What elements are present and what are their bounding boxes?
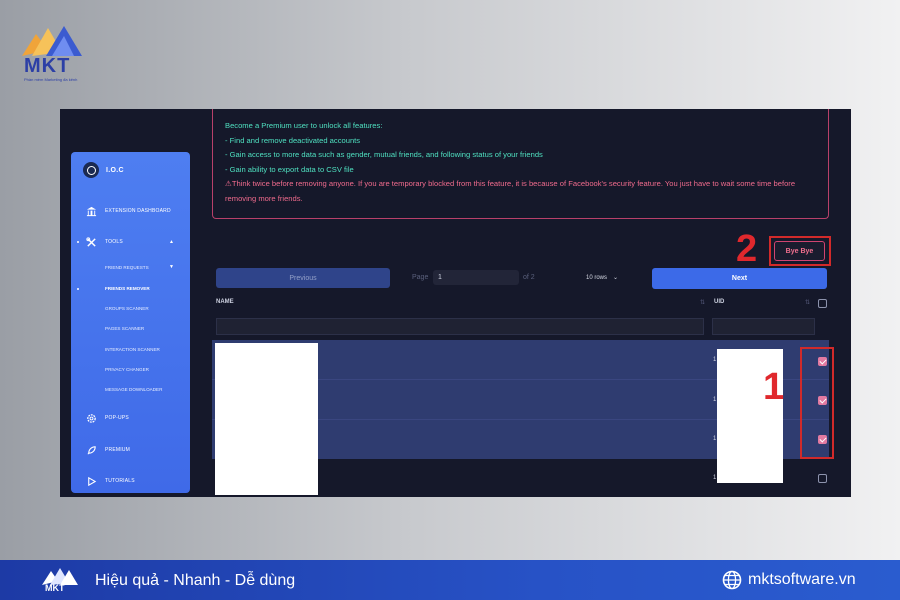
sidebar-subitem-message-downloader[interactable]: MESSAGE DOWNLOADER bbox=[105, 387, 162, 392]
website-url: mktsoftware.vn bbox=[748, 571, 856, 588]
uid-filter-input[interactable] bbox=[712, 318, 815, 335]
mountain-logo-icon bbox=[22, 26, 82, 56]
play-icon bbox=[85, 475, 97, 487]
row-checkbox[interactable] bbox=[818, 474, 827, 483]
rows-per-page-select[interactable]: 10 rows ⌄ bbox=[586, 270, 632, 285]
sidebar: I.O.C EXTENSION DASHBOARD TOOLS ▲ FRIEND… bbox=[71, 152, 190, 493]
sidebar-title: I.O.C bbox=[106, 166, 124, 174]
name-filter-input[interactable] bbox=[216, 318, 704, 335]
notice-line: - Find and remove deactivated accounts bbox=[225, 135, 361, 145]
sidebar-subitem-friend-requests[interactable]: FRIEND REQUESTS bbox=[105, 265, 149, 270]
column-header-uid[interactable]: UID bbox=[714, 299, 724, 305]
rows-per-page-value: 10 rows bbox=[586, 274, 608, 281]
sidebar-header[interactable]: I.O.C bbox=[83, 162, 124, 178]
footer-website[interactable]: mktsoftware.vn bbox=[722, 570, 856, 590]
uid-cell: 1 bbox=[713, 357, 717, 363]
previous-button[interactable]: Previous bbox=[216, 268, 390, 288]
notice-warning: ⚠Think twice before removing anyone. If … bbox=[225, 177, 816, 206]
uid-cell: 1 bbox=[713, 436, 717, 442]
sidebar-item-label: TUTORIALS bbox=[105, 478, 135, 484]
callout-box-1 bbox=[800, 347, 834, 459]
column-header-name[interactable]: NAME bbox=[216, 299, 234, 305]
chevron-down-icon: ▼ bbox=[169, 264, 174, 270]
warning-text: Think twice before removing anyone. If y… bbox=[225, 179, 796, 203]
sidebar-item-label: EXTENSION DASHBOARD bbox=[105, 208, 171, 214]
tools-icon bbox=[85, 236, 97, 248]
uid-cell: 1 bbox=[713, 397, 717, 403]
sidebar-item-premium[interactable]: PREMIUM bbox=[71, 443, 190, 457]
footer-bar: MKT Hiệu quả - Nhanh - Dễ dùng mktsoftwa… bbox=[0, 560, 900, 600]
brand-tagline: Phần mềm Marketing đa kênh bbox=[24, 77, 78, 82]
rocket-icon bbox=[85, 444, 97, 456]
sidebar-subitem-groups-scanner[interactable]: GROUPS SCANNER bbox=[105, 306, 149, 311]
chevron-up-icon: ▲ bbox=[169, 239, 174, 245]
notice-line: - Gain access to more data such as gende… bbox=[225, 150, 543, 160]
page-input[interactable] bbox=[433, 270, 519, 285]
sidebar-subitem-pages-scanner[interactable]: PAGES SCANNER bbox=[105, 326, 144, 331]
page-label: Page bbox=[412, 274, 429, 281]
sidebar-item-label: POP-UPS bbox=[105, 415, 129, 421]
page-total: of 2 bbox=[523, 274, 535, 281]
footer-logo-text: MKT bbox=[45, 583, 65, 593]
bullet bbox=[77, 288, 79, 290]
select-all-checkbox[interactable] bbox=[818, 299, 827, 308]
sidebar-item-label: PREMIUM bbox=[105, 447, 131, 453]
sidebar-item-label: TOOLS bbox=[105, 239, 123, 245]
sidebar-subitem-friends-remover[interactable]: FRIENDS REMOVER bbox=[105, 286, 150, 291]
sort-icon[interactable]: ⇅ bbox=[805, 299, 810, 306]
brand-logo: MKT Phần mềm Marketing đa kênh bbox=[22, 24, 86, 84]
sidebar-subitem-interaction-scanner[interactable]: INTERACTION SCANNER bbox=[105, 347, 160, 352]
uid-cell: 1 bbox=[713, 475, 717, 481]
callout-number-1: 1 bbox=[763, 366, 785, 408]
callout-number-2: 2 bbox=[736, 228, 758, 270]
sidebar-item-extension-dashboard[interactable]: EXTENSION DASHBOARD bbox=[71, 204, 190, 218]
app-screenshot: I.O.C EXTENSION DASHBOARD TOOLS ▲ FRIEND… bbox=[60, 109, 851, 497]
warning-icon: ⚠ bbox=[225, 179, 232, 189]
gear-icon bbox=[85, 412, 97, 424]
ioc-logo-icon bbox=[83, 162, 99, 178]
globe-icon bbox=[722, 570, 742, 590]
sidebar-item-tutorials[interactable]: TUTORIALS bbox=[71, 474, 190, 488]
bank-icon bbox=[85, 205, 97, 217]
sidebar-item-tools[interactable]: TOOLS ▲ bbox=[71, 235, 190, 249]
chevron-down-icon: ⌄ bbox=[613, 275, 619, 281]
next-button[interactable]: Next bbox=[652, 268, 827, 289]
sidebar-item-pop-ups[interactable]: POP-UPS bbox=[71, 411, 190, 425]
sort-icon[interactable]: ⇅ bbox=[700, 299, 705, 306]
footer-slogan: Hiệu quả - Nhanh - Dễ dùng bbox=[95, 572, 296, 589]
brand-name: MKT bbox=[24, 55, 71, 77]
callout-box-2 bbox=[769, 236, 831, 266]
notice-line: Become a Premium user to unlock all feat… bbox=[225, 121, 383, 130]
premium-notice: Become a Premium user to unlock all feat… bbox=[212, 109, 829, 219]
footer-logo: MKT bbox=[42, 566, 78, 598]
notice-line: - Gain ability to export data to CSV fil… bbox=[225, 164, 354, 174]
redaction-mask bbox=[215, 343, 318, 495]
sidebar-subitem-privacy-changer[interactable]: PRIVACY CHANGER bbox=[105, 367, 149, 372]
